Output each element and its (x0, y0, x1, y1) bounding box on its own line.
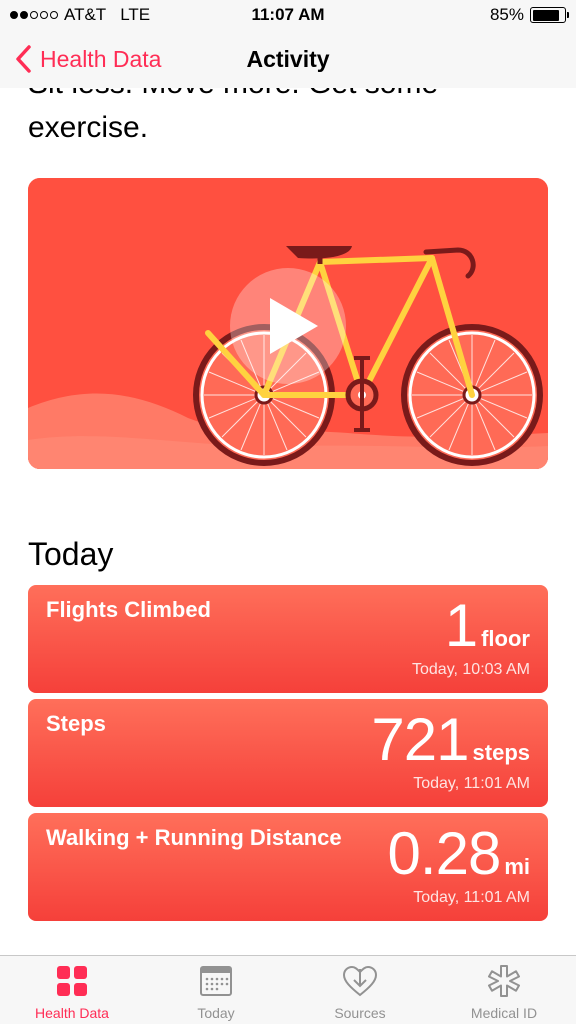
page-title: Activity (246, 45, 330, 72)
tab-sources[interactable]: Sources (288, 956, 432, 1024)
battery-icon (530, 7, 569, 23)
signal-strength-icon (10, 11, 58, 19)
today-section-title: Today (28, 536, 114, 572)
metric-value-row: 721 steps (371, 705, 530, 774)
status-bar: AT&T LTE 11:07 AM 85% (0, 0, 576, 30)
back-button[interactable]: Health Data (14, 30, 161, 88)
metric-timestamp: Today, 11:01 AM (413, 775, 530, 792)
grid-icon (54, 963, 90, 999)
metric-value: 721 (371, 706, 469, 773)
tab-label: Health Data (35, 1005, 109, 1021)
metric-timestamp: Today, 10:03 AM (412, 661, 530, 678)
heart-download-icon (342, 963, 378, 999)
calendar-icon (198, 963, 234, 999)
walking-running-distance-card[interactable]: Walking + Running Distance 0.28 mi Today… (28, 813, 548, 921)
steps-card[interactable]: Steps 721 steps Today, 11:01 AM (28, 699, 548, 807)
battery-percent: 85% (489, 5, 524, 24)
metric-value-row: 1 floor (445, 591, 530, 660)
tab-label: Medical ID (470, 1005, 538, 1021)
intro-text: Sit less. Move more. Get some exercise. (28, 88, 438, 144)
tab-label: Sources (334, 1005, 386, 1021)
play-icon[interactable] (230, 268, 346, 384)
metric-name: Walking + Running Distance (46, 825, 342, 850)
metric-unit: floor (481, 626, 530, 651)
tab-medical-id[interactable]: Medical ID (432, 956, 576, 1024)
tab-bar: Health Data Today Sources Medical ID (0, 955, 576, 1024)
metric-timestamp: Today, 11:01 AM (413, 889, 530, 906)
tab-today[interactable]: Today (144, 956, 288, 1024)
tab-health-data[interactable]: Health Data (0, 956, 144, 1024)
metric-value: 0.28 (387, 820, 502, 887)
tab-label: Today (197, 1005, 235, 1021)
medical-star-icon (486, 963, 522, 999)
metric-name: Flights Climbed (46, 597, 211, 622)
network-label: LTE (120, 5, 151, 24)
metric-unit: steps (472, 740, 530, 765)
status-right: 85% (489, 5, 569, 25)
status-left: AT&T LTE (10, 5, 150, 25)
metric-value: 1 (444, 592, 478, 659)
metric-value-row: 0.28 mi (388, 819, 530, 888)
scroll-content[interactable]: Sit less. Move more. Get some exercise. (0, 88, 576, 955)
flights-climbed-card[interactable]: Flights Climbed 1 floor Today, 10:03 AM (28, 585, 548, 693)
metric-unit: mi (504, 854, 530, 879)
chevron-left-icon (16, 45, 31, 73)
bicycle-illustration (28, 178, 548, 469)
activity-video-card[interactable] (28, 178, 548, 469)
carrier-label: AT&T (64, 5, 107, 24)
navigation-bar: Health Data Activity (0, 30, 576, 88)
metric-name: Steps (46, 711, 106, 736)
back-button-label: Health Data (40, 45, 162, 72)
